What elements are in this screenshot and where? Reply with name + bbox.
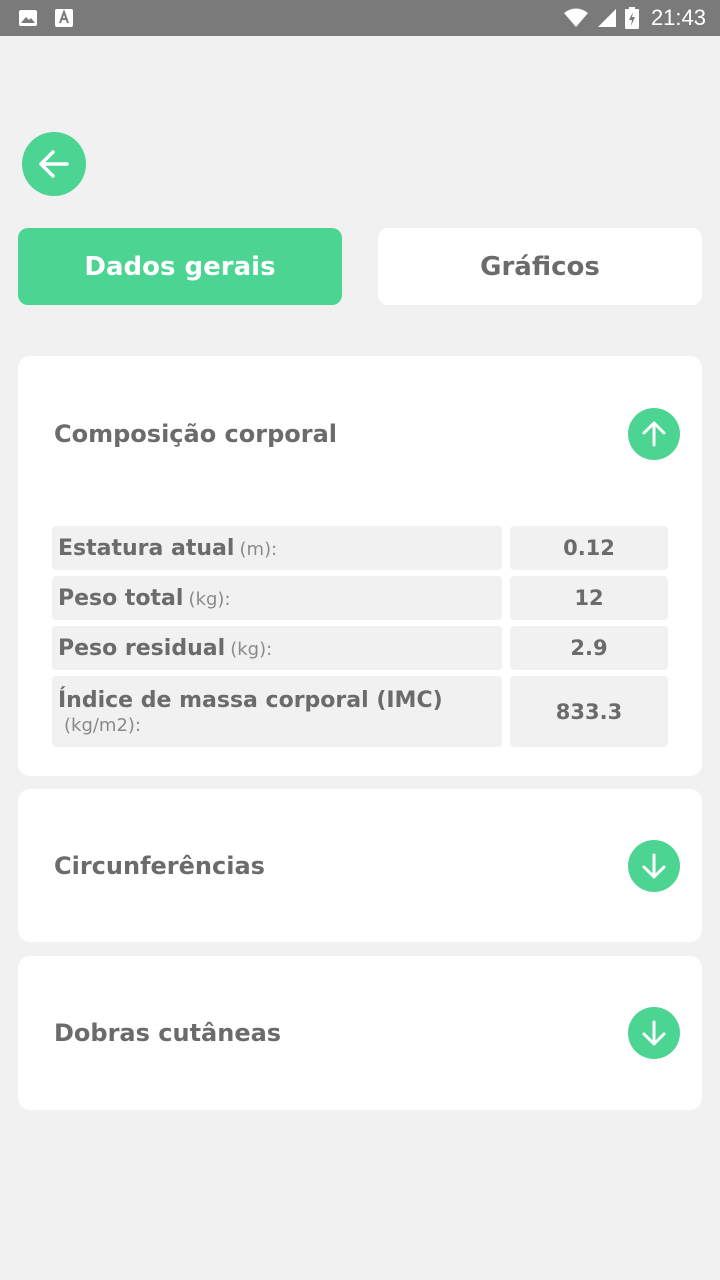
skinfolds-card: Dobras cutâneas bbox=[18, 956, 702, 1110]
table-row: Peso total (kg): 12 bbox=[52, 576, 668, 620]
row-label: Índice de massa corporal (IMC) (kg/m2): bbox=[52, 676, 502, 747]
composition-header[interactable]: Composição corporal bbox=[18, 356, 702, 512]
row-label-unit: (kg): bbox=[230, 638, 273, 660]
row-label-text: Estatura atual bbox=[58, 535, 235, 561]
collapse-button[interactable] bbox=[628, 408, 680, 460]
status-time: 21:43 bbox=[650, 5, 706, 30]
composition-card: Composição corporal Estatura atual (m): … bbox=[18, 356, 702, 776]
table-row: Peso residual (kg): 2.9 bbox=[52, 626, 668, 670]
status-left bbox=[18, 8, 74, 28]
circumferences-title: Circunferências bbox=[54, 851, 265, 880]
image-icon bbox=[18, 8, 38, 28]
arrow-left-icon bbox=[37, 147, 71, 181]
row-value: 833.3 bbox=[510, 676, 668, 747]
arrow-down-icon bbox=[639, 1018, 669, 1048]
row-value: 12 bbox=[510, 576, 668, 620]
row-label-unit: (kg/m2): bbox=[64, 714, 142, 736]
row-label-text: Peso total bbox=[58, 585, 184, 611]
tab-dados-gerais[interactable]: Dados gerais bbox=[18, 228, 342, 305]
status-bar: 21:43 bbox=[0, 0, 720, 36]
table-row: Índice de massa corporal (IMC) (kg/m2): … bbox=[52, 676, 668, 747]
row-label-text: Índice de massa corporal (IMC) bbox=[58, 687, 443, 713]
font-icon bbox=[54, 8, 74, 28]
signal-icon bbox=[597, 8, 617, 28]
battery-icon bbox=[624, 7, 639, 29]
row-label-text: Peso residual bbox=[58, 635, 226, 661]
expand-button[interactable] bbox=[628, 839, 680, 892]
row-label-unit: (kg): bbox=[188, 588, 231, 610]
row-label: Peso residual (kg): bbox=[52, 626, 502, 670]
composition-title: Composição corporal bbox=[54, 420, 338, 448]
arrow-down-icon bbox=[639, 851, 669, 881]
arrow-up-icon bbox=[639, 419, 669, 449]
wifi-icon bbox=[563, 8, 589, 28]
circumferences-header[interactable]: Circunferências bbox=[18, 789, 702, 942]
row-label: Peso total (kg): bbox=[52, 576, 502, 620]
row-value: 0.12 bbox=[510, 526, 668, 570]
row-value: 2.9 bbox=[510, 626, 668, 670]
circumferences-card: Circunferências bbox=[18, 789, 702, 942]
skinfolds-header[interactable]: Dobras cutâneas bbox=[18, 956, 702, 1110]
status-right: 21:43 bbox=[563, 5, 706, 31]
row-label-unit: (m): bbox=[239, 538, 278, 560]
expand-button[interactable] bbox=[628, 1007, 680, 1059]
tab-graficos[interactable]: Gráficos bbox=[378, 228, 702, 305]
table-row: Estatura atual (m): 0.12 bbox=[52, 526, 668, 570]
back-button[interactable] bbox=[22, 132, 86, 196]
skinfolds-title: Dobras cutâneas bbox=[54, 1019, 282, 1047]
row-label: Estatura atual (m): bbox=[52, 526, 502, 570]
